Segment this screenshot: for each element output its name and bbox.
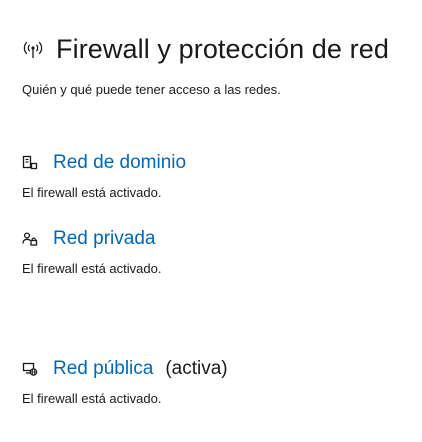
domain-network-link[interactable]: Red de dominio — [53, 152, 186, 174]
domain-network-status: El firewall está activado. — [22, 185, 162, 200]
private-network-icon — [22, 231, 38, 247]
domain-network-icon — [22, 155, 38, 171]
active-network-label: (activa) — [165, 358, 228, 379]
network-header-private: Red privada — [22, 226, 161, 252]
network-header-public: Red pública (activa) — [22, 356, 228, 382]
network-header-domain: Red de dominio — [22, 150, 186, 176]
firewall-page: Firewall y protección de red Quién y qué… — [0, 0, 422, 442]
page-title: Firewall y protección de red — [56, 34, 389, 64]
page-header: Firewall y protección de red — [22, 34, 389, 65]
network-section-public: Red pública (activa) El firewall está ac… — [22, 356, 228, 406]
private-network-status: El firewall está activado. — [22, 261, 162, 276]
page-subtitle: Quién y qué puede tener acceso a las red… — [22, 82, 281, 97]
private-network-link[interactable]: Red privada — [53, 228, 155, 250]
public-network-icon — [22, 361, 38, 377]
network-section-domain: Red de dominio El firewall está activado… — [22, 150, 186, 200]
wifi-signal-icon — [22, 39, 44, 61]
network-section-private: Red privada El firewall está activado. — [22, 226, 161, 276]
public-network-status: El firewall está activado. — [22, 391, 162, 406]
public-network-link[interactable]: Red pública — [53, 358, 153, 380]
